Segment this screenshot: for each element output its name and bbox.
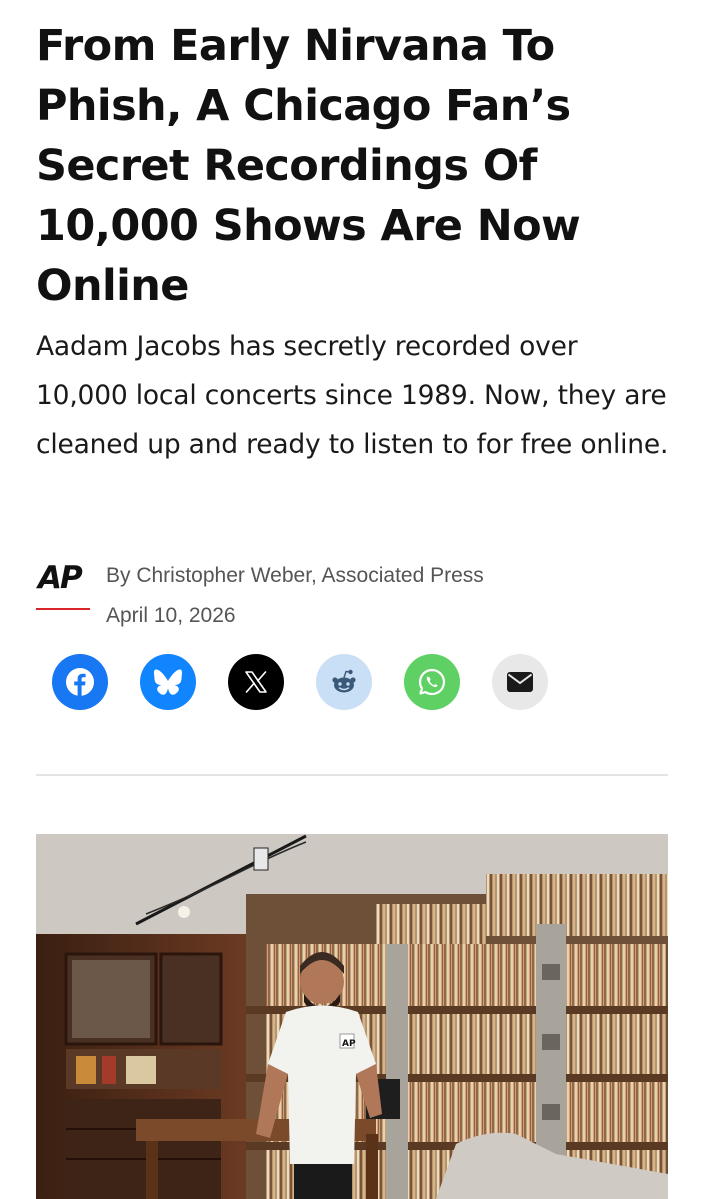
facebook-icon	[66, 668, 94, 696]
article-dek: Aadam Jacobs has secretly recorded over …	[36, 331, 669, 460]
share-whatsapp-button[interactable]	[404, 654, 460, 710]
reddit-icon	[332, 669, 356, 693]
share-bluesky-button[interactable]	[140, 654, 196, 710]
share-bar	[52, 654, 572, 712]
hero-image: AP	[36, 834, 668, 1199]
email-icon	[507, 672, 533, 692]
byline: By Christopher Weber, Associated Press	[106, 564, 484, 587]
share-reddit-button[interactable]	[316, 654, 372, 710]
publish-date: April 10, 2026	[106, 604, 236, 627]
ap-logo-underline	[36, 608, 90, 610]
article-hero-photo[interactable]: AP	[36, 834, 668, 1199]
shirt-logo: AP	[342, 1039, 356, 1049]
share-facebook-button[interactable]	[52, 654, 108, 710]
section-divider	[36, 774, 668, 776]
whatsapp-icon	[418, 668, 446, 696]
share-email-button[interactable]	[492, 654, 548, 710]
ap-logo-text: AP	[38, 560, 83, 596]
x-icon	[245, 671, 267, 693]
ap-logo[interactable]: AP	[36, 560, 92, 612]
byline-block: AP By Christopher Weber, Associated Pres…	[36, 560, 676, 636]
share-x-button[interactable]	[228, 654, 284, 710]
article-headline: From Early Nirvana To Phish, A Chicago F…	[36, 21, 581, 311]
bluesky-icon	[154, 669, 182, 695]
